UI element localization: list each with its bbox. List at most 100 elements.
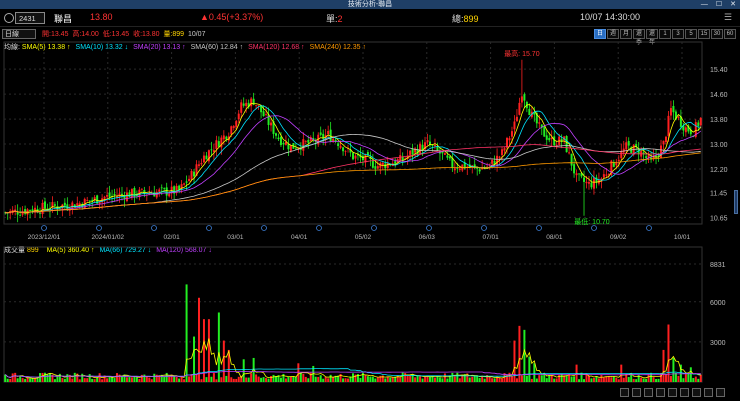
volume-bar [657, 378, 660, 382]
candle-body [279, 136, 282, 146]
candle-body [660, 145, 663, 159]
candle-body [605, 174, 608, 176]
volume-bar [153, 373, 156, 382]
volume-bar [225, 375, 228, 382]
volume-bar [376, 377, 379, 382]
volume-bar [538, 375, 541, 382]
candle-body [555, 144, 558, 146]
volume-bar [170, 374, 173, 382]
candle-body [617, 159, 620, 161]
volume-bar [366, 376, 369, 382]
price-tick-label: 13.00 [710, 142, 728, 149]
candle-body [168, 193, 171, 197]
volume-bar [66, 374, 69, 382]
volume-bar [120, 376, 123, 382]
zoom-in-icon[interactable] [632, 388, 641, 397]
candle-body [307, 139, 310, 143]
candle-body [217, 141, 220, 147]
candle-body [371, 160, 374, 168]
volume-bar [200, 379, 203, 382]
volume-bar [496, 377, 499, 382]
settings-icon[interactable] [668, 388, 677, 397]
candle-body [125, 192, 128, 202]
crosshair-icon[interactable] [680, 388, 689, 397]
time-tick-label: 2024/01/02 [92, 234, 125, 241]
volume-bar [101, 379, 104, 382]
event-marker [591, 225, 597, 231]
candle-body [103, 196, 106, 199]
volume-bar [622, 377, 625, 382]
price-volume-chart[interactable]: 15.40 14.60 13.80 13.00 12.20 11.45 10.65 8831 6… [0, 0, 740, 401]
volume-bar [583, 379, 586, 382]
volume-bar [294, 376, 297, 382]
candle-body [503, 148, 506, 151]
candle-body [565, 136, 568, 153]
volume-bar [284, 378, 287, 382]
time-tick-label: 02/01 [163, 234, 180, 241]
volume-bar [453, 376, 456, 382]
time-tick-label: 08/01 [546, 234, 563, 241]
volume-bar [627, 377, 630, 382]
volume-bar [183, 379, 186, 382]
volume-bar [617, 379, 620, 382]
candle-body [508, 138, 511, 141]
time-tick-label: 09/02 [610, 234, 627, 241]
event-marker [41, 225, 47, 231]
event-marker [206, 225, 212, 231]
volume-bar [533, 363, 536, 382]
candle-body [553, 136, 556, 146]
zoom-out-icon[interactable] [620, 388, 629, 397]
candle-body [697, 122, 700, 126]
candle-body [677, 116, 680, 118]
volume-bar [329, 374, 332, 382]
volume-bar [130, 377, 133, 382]
volume-bar [235, 378, 238, 382]
candle-body [120, 193, 123, 195]
volume-bar [41, 372, 44, 382]
volume-bar [344, 378, 347, 382]
candle-body [344, 150, 347, 152]
volume-bar [468, 377, 471, 382]
event-marker [316, 225, 322, 231]
volume-bar [262, 377, 265, 382]
candle-body [478, 169, 481, 172]
candle-body [327, 131, 330, 135]
volume-bar [88, 374, 91, 382]
volume-bar [168, 376, 171, 382]
candle-body [501, 149, 504, 156]
volume-bar [116, 373, 119, 382]
volume-bar [446, 378, 449, 382]
candle-body [374, 166, 377, 169]
event-marker [481, 225, 487, 231]
candle-body [587, 182, 590, 184]
candle-body [662, 140, 665, 145]
volume-tick-label: 8831 [710, 262, 726, 269]
print-icon[interactable] [644, 388, 653, 397]
save-icon[interactable] [656, 388, 665, 397]
fullscreen-icon[interactable] [716, 388, 725, 397]
volume-bar [530, 378, 533, 382]
chart-scrollbar[interactable] [734, 190, 738, 214]
volume-bar [61, 378, 64, 382]
volume-bar [173, 376, 176, 382]
event-marker [426, 225, 432, 231]
candle-body [352, 152, 354, 160]
high-annotation: 最高: 15.70 [504, 49, 540, 58]
volume-bar [384, 378, 387, 382]
candle-body [222, 135, 225, 140]
volume-bar [24, 378, 27, 382]
volume-bar [491, 378, 494, 382]
volume-bar [672, 357, 675, 382]
refresh-icon[interactable] [704, 388, 713, 397]
volume-bar [304, 376, 307, 382]
candle-body [232, 126, 235, 128]
volume-bar [11, 373, 14, 382]
draw-icon[interactable] [692, 388, 701, 397]
volume-bar [292, 376, 295, 382]
volume-bar [692, 378, 695, 382]
volume-bar [279, 377, 282, 382]
volume-bar [91, 378, 94, 382]
candle-body [510, 131, 513, 137]
volume-bar [374, 378, 377, 382]
volume-bar [587, 375, 590, 382]
